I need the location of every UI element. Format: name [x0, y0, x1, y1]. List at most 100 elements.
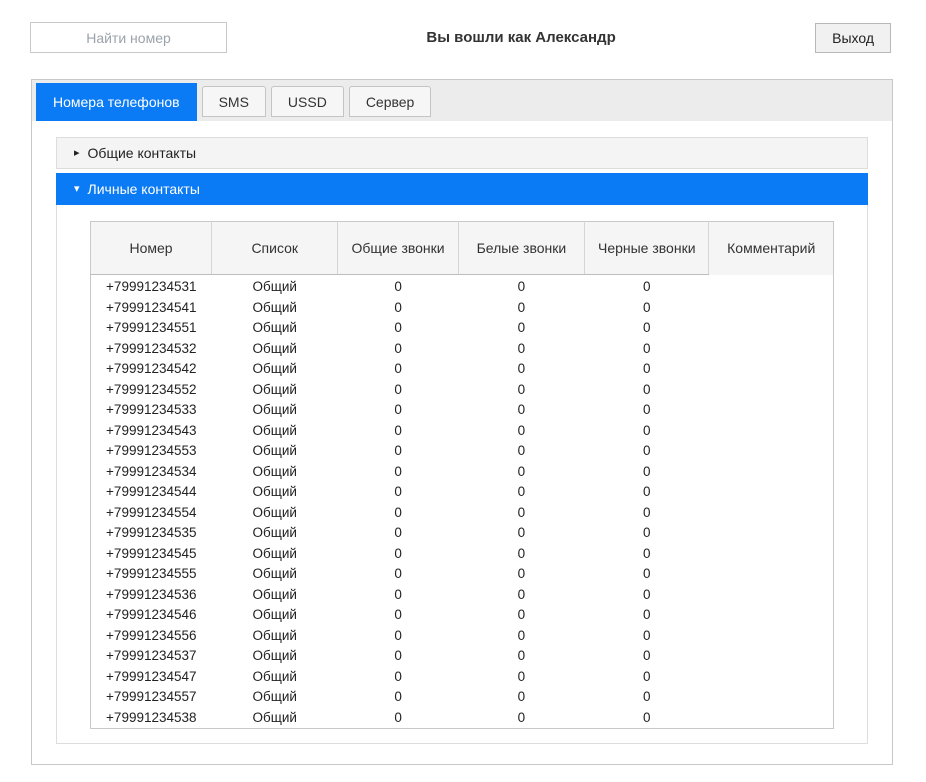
cell-black-calls: 0 — [585, 646, 709, 667]
column-header-common-calls: Общие звонки — [338, 222, 458, 275]
logout-button[interactable]: Выход — [815, 23, 891, 53]
cell-common-calls: 0 — [338, 339, 458, 360]
cell-number: +79991234542 — [91, 359, 212, 380]
cell-black-calls: 0 — [585, 708, 709, 729]
table-row[interactable]: +79991234533Общий000 — [91, 400, 834, 421]
cell-common-calls: 0 — [338, 585, 458, 606]
cell-black-calls: 0 — [585, 503, 709, 524]
column-header-white-calls: Белые звонки — [458, 222, 584, 275]
table-row[interactable]: +79991234554Общий000 — [91, 503, 834, 524]
cell-white-calls: 0 — [458, 503, 584, 524]
cell-list: Общий — [212, 400, 338, 421]
table-header-row: Номер Список Общие звонки Белые звонки Ч… — [91, 222, 834, 275]
contacts-table: Номер Список Общие звонки Белые звонки Ч… — [90, 221, 834, 729]
table-row[interactable]: +79991234556Общий000 — [91, 626, 834, 647]
tab-ussd[interactable]: USSD — [271, 86, 344, 117]
cell-white-calls: 0 — [458, 421, 584, 442]
cell-common-calls: 0 — [338, 421, 458, 442]
cell-number: +79991234535 — [91, 523, 212, 544]
cell-list: Общий — [212, 441, 338, 462]
table-row[interactable]: +79991234543Общий000 — [91, 421, 834, 442]
cell-comment — [709, 275, 834, 298]
cell-common-calls: 0 — [338, 359, 458, 380]
accordion-shared-contacts[interactable]: ▸ Общие контакты — [56, 137, 868, 169]
cell-list: Общий — [212, 605, 338, 626]
cell-common-calls: 0 — [338, 503, 458, 524]
cell-common-calls: 0 — [338, 605, 458, 626]
cell-black-calls: 0 — [585, 626, 709, 647]
tab-sms[interactable]: SMS — [202, 86, 266, 117]
cell-comment — [709, 298, 834, 319]
logged-in-as-text: Вы вошли как Александр — [227, 29, 815, 46]
cell-number: +79991234547 — [91, 667, 212, 688]
cell-black-calls: 0 — [585, 380, 709, 401]
table-row[interactable]: +79991234544Общий000 — [91, 482, 834, 503]
search-input[interactable] — [30, 22, 227, 53]
cell-comment — [709, 380, 834, 401]
cell-comment — [709, 708, 834, 729]
cell-comment — [709, 421, 834, 442]
table-row[interactable]: +79991234534Общий000 — [91, 462, 834, 483]
cell-common-calls: 0 — [338, 298, 458, 319]
cell-comment — [709, 646, 834, 667]
table-row[interactable]: +79991234555Общий000 — [91, 564, 834, 585]
table-row[interactable]: +79991234553Общий000 — [91, 441, 834, 462]
cell-list: Общий — [212, 380, 338, 401]
cell-list: Общий — [212, 462, 338, 483]
tab-server[interactable]: Сервер — [349, 86, 432, 117]
cell-white-calls: 0 — [458, 687, 584, 708]
cell-common-calls: 0 — [338, 380, 458, 401]
cell-white-calls: 0 — [458, 626, 584, 647]
table-row[interactable]: +79991234546Общий000 — [91, 605, 834, 626]
cell-list: Общий — [212, 708, 338, 729]
table-row[interactable]: +79991234551Общий000 — [91, 318, 834, 339]
cell-white-calls: 0 — [458, 359, 584, 380]
cell-comment — [709, 687, 834, 708]
cell-common-calls: 0 — [338, 275, 458, 298]
table-row[interactable]: +79991234552Общий000 — [91, 380, 834, 401]
cell-comment — [709, 523, 834, 544]
cell-list: Общий — [212, 667, 338, 688]
cell-black-calls: 0 — [585, 544, 709, 565]
table-row[interactable]: +79991234547Общий000 — [91, 667, 834, 688]
accordion-personal-contacts[interactable]: ▾ Личные контакты — [56, 173, 868, 205]
table-row[interactable]: +79991234541Общий000 — [91, 298, 834, 319]
table-row[interactable]: +79991234535Общий000 — [91, 523, 834, 544]
cell-white-calls: 0 — [458, 380, 584, 401]
cell-white-calls: 0 — [458, 275, 584, 298]
cell-list: Общий — [212, 626, 338, 647]
cell-number: +79991234553 — [91, 441, 212, 462]
table-row[interactable]: +79991234536Общий000 — [91, 585, 834, 606]
cell-black-calls: 0 — [585, 585, 709, 606]
cell-white-calls: 0 — [458, 646, 584, 667]
table-row[interactable]: +79991234545Общий000 — [91, 544, 834, 565]
cell-list: Общий — [212, 523, 338, 544]
cell-list: Общий — [212, 564, 338, 585]
table-row[interactable]: +79991234532Общий000 — [91, 339, 834, 360]
cell-comment — [709, 564, 834, 585]
cell-white-calls: 0 — [458, 667, 584, 688]
table-row[interactable]: +79991234538Общий000 — [91, 708, 834, 729]
accordion-personal-contacts-label: Личные контакты — [88, 181, 200, 197]
cell-white-calls: 0 — [458, 482, 584, 503]
cell-list: Общий — [212, 359, 338, 380]
cell-list: Общий — [212, 687, 338, 708]
cell-black-calls: 0 — [585, 482, 709, 503]
cell-white-calls: 0 — [458, 523, 584, 544]
cell-black-calls: 0 — [585, 421, 709, 442]
cell-number: +79991234536 — [91, 585, 212, 606]
tab-bar: Номера телефонов SMS USSD Сервер — [32, 80, 892, 121]
table-row[interactable]: +79991234557Общий000 — [91, 687, 834, 708]
table-row[interactable]: +79991234537Общий000 — [91, 646, 834, 667]
cell-number: +79991234532 — [91, 339, 212, 360]
cell-comment — [709, 482, 834, 503]
cell-number: +79991234551 — [91, 318, 212, 339]
cell-number: +79991234555 — [91, 564, 212, 585]
cell-number: +79991234538 — [91, 708, 212, 729]
column-header-black-calls: Черные звонки — [585, 222, 709, 275]
cell-comment — [709, 544, 834, 565]
table-row[interactable]: +79991234531Общий000 — [91, 275, 834, 298]
tab-phone-numbers[interactable]: Номера телефонов — [36, 83, 197, 121]
table-row[interactable]: +79991234542Общий000 — [91, 359, 834, 380]
cell-common-calls: 0 — [338, 400, 458, 421]
